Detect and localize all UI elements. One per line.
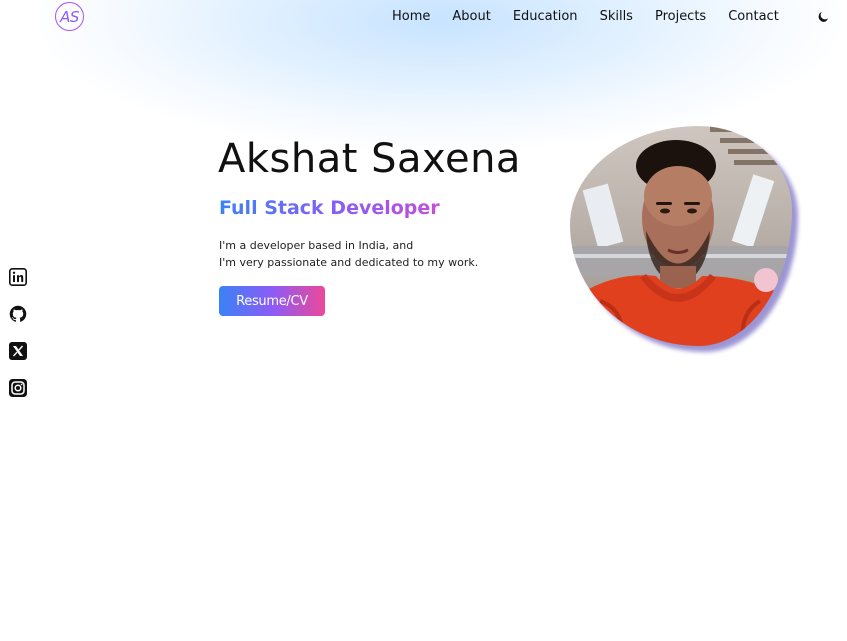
profile-photo-illustration [570,126,792,346]
hero-intro-line-2: I'm very passionate and dedicated to my … [219,256,479,269]
nav-about[interactable]: About [452,8,490,26]
linkedin-icon[interactable] [9,268,27,286]
nav-home[interactable]: Home [392,8,430,26]
site-logo[interactable]: AS [55,2,84,31]
resume-button[interactable]: Resume/CV [219,286,325,316]
github-icon[interactable] [9,305,27,323]
moon-icon[interactable] [816,10,830,24]
nav-contact[interactable]: Contact [728,8,779,26]
hero-intro-line-1: I'm a developer based in India, and [219,239,414,252]
hero-role: Full Stack Developer [219,197,440,219]
hero-intro: I'm a developer based in India, and I'm … [219,237,478,271]
nav-education[interactable]: Education [513,8,578,26]
profile-photo [570,126,792,346]
profile-photo-container [570,126,798,352]
nav-projects[interactable]: Projects [655,8,706,26]
logo-text: AS [60,7,79,26]
x-twitter-icon[interactable] [9,342,27,360]
main-nav: Home About Education Skills Projects Con… [392,8,801,26]
hero-name: Akshat Saxena [218,136,521,182]
nav-skills[interactable]: Skills [600,8,633,26]
social-links [9,268,27,416]
instagram-icon[interactable] [9,379,27,397]
